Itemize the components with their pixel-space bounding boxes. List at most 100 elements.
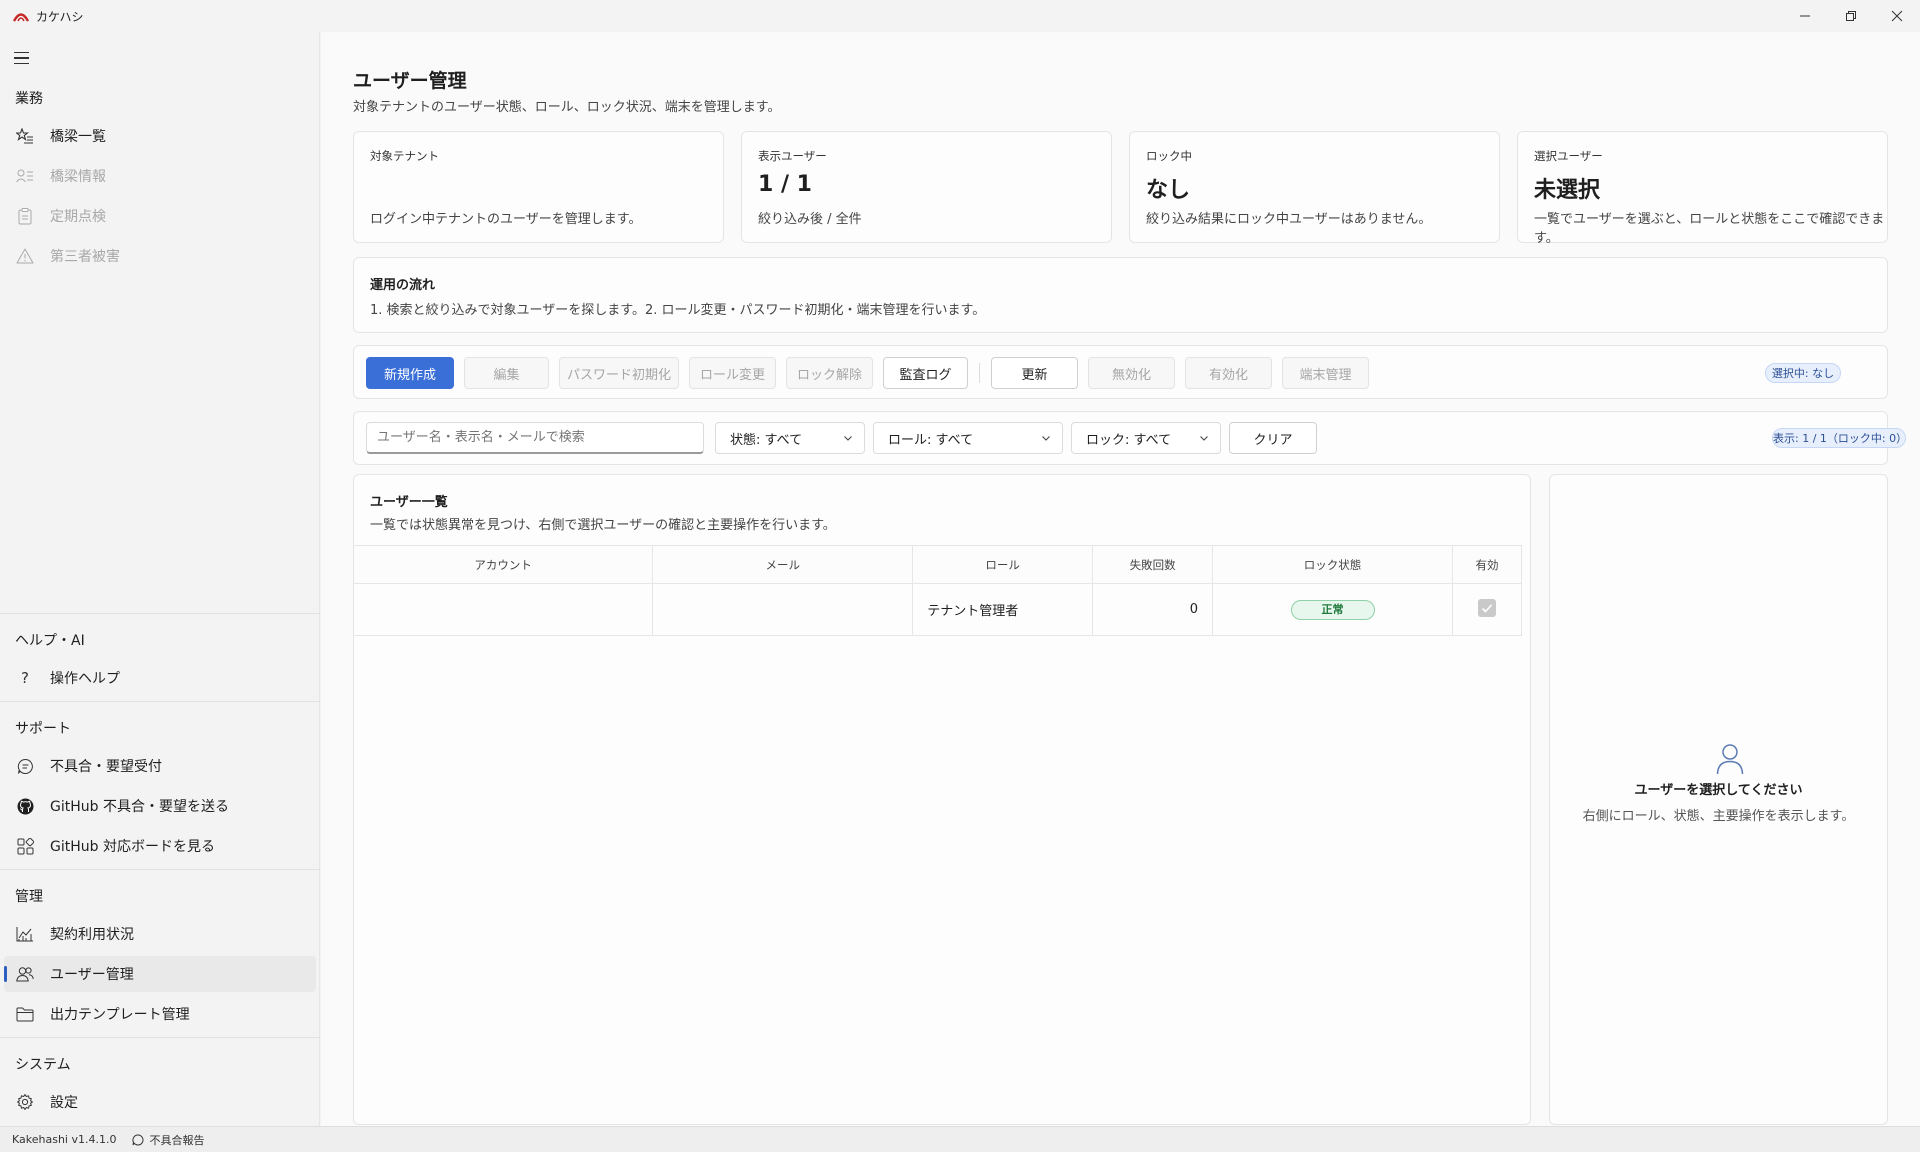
cell-lock-status: 正常	[1212, 583, 1453, 636]
column-header-account[interactable]: アカウント	[354, 545, 654, 584]
stat-card-locked: ロック中 なし 絞り込み結果にロック中ユーザーはありません。	[1129, 131, 1500, 243]
sidebar-item-label: 出力テンプレート管理	[50, 1007, 190, 1023]
user-detail-panel: ユーザーを選択してください 右側にロール、状態、主要操作を表示します。	[1549, 474, 1888, 1125]
cell-enabled	[1452, 583, 1523, 636]
flow-title: 運用の流れ	[370, 278, 436, 293]
bug-report-label: 不具合報告	[149, 1133, 205, 1147]
sidebar-item-label: 契約利用状況	[50, 927, 134, 943]
sidebar-item-bridge-info[interactable]: 橋梁情報	[4, 158, 316, 194]
sidebar-item-feedback[interactable]: 不具合・要望受付	[4, 748, 316, 784]
action-toolbar: 新規作成 編集 パスワード初期化 ロール変更 ロック解除 監査ログ 更新 無効化…	[353, 345, 1888, 399]
sidebar-item-periodic-inspection[interactable]: 定期点検	[4, 198, 316, 234]
filter-bar: 状態: すべて ロール: すべて ロック: すべて クリア 表示: 1 / 1（…	[353, 411, 1907, 465]
column-header-role[interactable]: ロール	[912, 545, 1094, 584]
search-input[interactable]	[366, 422, 704, 454]
column-header-enabled[interactable]: 有効	[1452, 545, 1523, 584]
close-icon[interactable]	[1874, 0, 1920, 32]
person-list-icon	[15, 166, 35, 186]
stat-caption: 表示ユーザー	[758, 149, 827, 163]
app-title: カケハシ	[36, 9, 84, 24]
sidebar-divider	[0, 701, 320, 702]
column-header-failures[interactable]: 失敗回数	[1092, 545, 1214, 584]
change-role-button[interactable]: ロール変更	[689, 357, 776, 389]
cell-failures: 0	[1092, 583, 1214, 636]
chevron-down-icon	[1200, 436, 1208, 441]
sidebar-item-label: 設定	[50, 1095, 78, 1111]
cell-email	[652, 583, 914, 636]
cell-role: テナント管理者	[912, 583, 1094, 636]
stat-card-tenant: 対象テナント ログイン中テナントのユーザーを管理します。	[353, 131, 724, 243]
board-icon	[15, 836, 35, 856]
sidebar-item-help[interactable]: ? 操作ヘルプ	[4, 660, 316, 696]
table-row[interactable]: テナント管理者 0 正常	[354, 583, 1523, 636]
bug-report-link[interactable]: 不具合報告	[132, 1132, 204, 1148]
sidebar-item-label: 操作ヘルプ	[50, 671, 120, 687]
section-support: サポート	[15, 721, 71, 737]
sidebar-item-label: 橋梁一覧	[50, 129, 106, 145]
sidebar-item-label: ユーザー管理	[50, 967, 134, 983]
minimize-icon[interactable]	[1782, 0, 1828, 32]
sidebar-item-github-issue[interactable]: GitHub 不具合・要望を送る	[4, 788, 316, 824]
operation-flow-card: 運用の流れ 1. 検索と絞り込みで対象ユーザーを探します。2. ロール変更・パス…	[353, 257, 1888, 333]
hamburger-menu-icon[interactable]	[14, 48, 34, 68]
lock-status-badge: 正常	[1290, 599, 1375, 620]
stat-value: 1 / 1	[758, 172, 812, 197]
stat-value: 未選択	[1534, 178, 1601, 203]
restore-icon[interactable]	[1828, 0, 1874, 32]
chart-icon	[15, 924, 35, 944]
refresh-button[interactable]: 更新	[991, 357, 1078, 389]
clear-filters-button[interactable]: クリア	[1229, 422, 1317, 454]
sidebar-item-github-board[interactable]: GitHub 対応ボードを見る	[4, 828, 316, 864]
column-header-email[interactable]: メール	[652, 545, 914, 584]
enabled-checkbox[interactable]	[1477, 598, 1496, 617]
column-header-lock-status[interactable]: ロック状態	[1212, 545, 1453, 584]
sidebar-item-label: 定期点検	[50, 209, 106, 225]
new-user-button[interactable]: 新規作成	[366, 357, 454, 389]
sidebar-item-user-management[interactable]: ユーザー管理	[4, 956, 316, 992]
sidebar-item-third-party-damage[interactable]: 第三者被害	[4, 238, 316, 274]
stat-value: なし	[1146, 178, 1191, 203]
chevron-down-icon	[1042, 436, 1050, 441]
chevron-down-icon	[844, 436, 852, 441]
stat-description: 一覧でユーザーを選ぶと、ロールと状態をここで確認できます。	[1534, 212, 1885, 246]
user-list-subtitle: 一覧では状態異常を見つけ、右側で選択ユーザーの確認と主要操作を行います。	[370, 518, 836, 533]
sidebar-item-contract-usage[interactable]: 契約利用状況	[4, 916, 316, 952]
title-bar: カケハシ	[0, 0, 1920, 32]
unlock-button[interactable]: ロック解除	[786, 357, 873, 389]
app-logo-icon	[12, 7, 30, 25]
sidebar: 業務 橋梁一覧 橋梁情報 定期点検 第三者被害 ヘルプ・AI ? 操作ヘルプ サ…	[0, 32, 320, 1126]
sidebar-item-settings[interactable]: 設定	[4, 1084, 316, 1120]
sidebar-item-bridge-list[interactable]: 橋梁一覧	[4, 118, 316, 154]
toolbar-separator	[979, 363, 980, 383]
stat-card-selected-user: 選択ユーザー 未選択 一覧でユーザーを選ぶと、ロールと状態をここで確認できます。	[1517, 131, 1888, 246]
section-business: 業務	[15, 91, 43, 107]
table-header-row: アカウント メール ロール 失敗回数 ロック状態 有効	[354, 545, 1523, 584]
user-list-title: ユーザー一覧	[370, 495, 448, 510]
role-filter-select[interactable]: ロール: すべて	[873, 422, 1063, 454]
lock-filter-select[interactable]: ロック: すべて	[1071, 422, 1221, 454]
edit-button[interactable]: 編集	[464, 357, 549, 389]
page-title: ユーザー管理	[353, 70, 467, 92]
lock-filter-value: ロック: すべて	[1086, 432, 1172, 448]
star-list-icon	[15, 126, 35, 146]
warning-icon	[15, 246, 35, 266]
checkmark-icon	[1481, 603, 1493, 613]
user-list-panel: ユーザー一覧 一覧では状態異常を見つけ、右側で選択ユーザーの確認と主要操作を行い…	[353, 474, 1531, 1125]
audit-log-button[interactable]: 監査ログ	[883, 357, 968, 389]
stat-description: 絞り込み後 / 全件	[758, 212, 862, 227]
sidebar-item-label: 橋梁情報	[50, 169, 106, 185]
app-version: Kakehashi v1.4.1.0	[12, 1133, 117, 1146]
status-filter-select[interactable]: 状態: すべて	[715, 422, 865, 454]
disable-button[interactable]: 無効化	[1088, 357, 1175, 389]
main-content: ユーザー管理 対象テナントのユーザー状態、ロール、ロック状況、端末を管理します。…	[321, 32, 1920, 1126]
chat-icon	[15, 756, 35, 776]
selected-status-badge: 選択中: なし	[1765, 363, 1841, 383]
reset-password-button[interactable]: パスワード初期化	[559, 357, 679, 389]
section-admin: 管理	[15, 889, 43, 905]
cell-account	[354, 583, 654, 636]
sidebar-item-output-templates[interactable]: 出力テンプレート管理	[4, 996, 316, 1032]
stat-caption: 対象テナント	[370, 149, 439, 163]
enable-button[interactable]: 有効化	[1185, 357, 1272, 389]
device-management-button[interactable]: 端末管理	[1282, 357, 1369, 389]
status-bar: Kakehashi v1.4.1.0 不具合報告	[0, 1126, 1920, 1152]
